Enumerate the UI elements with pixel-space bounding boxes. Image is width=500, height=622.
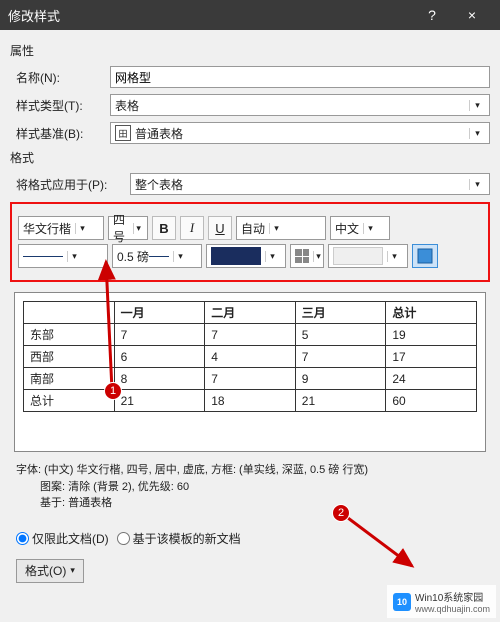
line-color-select[interactable]: ▾	[206, 244, 286, 268]
table-icon: 田	[115, 125, 131, 141]
line-style-icon	[23, 256, 63, 257]
line-weight-select[interactable]: 0.5 磅 ▾	[112, 244, 202, 268]
chevron-down-icon: ▾	[363, 223, 377, 234]
apply-to-select[interactable]: 整个表格 ▾	[130, 173, 490, 195]
fill-color-select[interactable]: ▾	[328, 244, 408, 268]
preview-table: 一月 二月 三月 总计 东部77519 西部64717 南部87924 总计21…	[23, 301, 477, 412]
table-row: 南部87924	[24, 368, 477, 390]
table-row: 总计21182160	[24, 390, 477, 412]
properties-section-label: 属性	[10, 42, 490, 59]
format-menu-button[interactable]: 格式(O) ▾	[16, 559, 84, 583]
apply-to-label: 将格式应用于(P):	[10, 176, 130, 193]
new-documents-radio-input[interactable]	[117, 532, 130, 545]
borders-select[interactable]: ▾	[290, 244, 324, 268]
chevron-down-icon: ▾	[387, 251, 401, 262]
line-style-select[interactable]: ▾	[18, 244, 108, 268]
desc-line: 基于: 普通表格	[16, 495, 484, 512]
chevron-down-icon: ▾	[133, 223, 143, 234]
shading-icon	[417, 248, 433, 264]
bold-button[interactable]: B	[152, 216, 176, 240]
table-header: 三月	[295, 302, 386, 324]
fill-color-swatch	[333, 247, 383, 265]
name-label: 名称(N):	[10, 69, 110, 86]
modify-style-dialog: 修改样式 ? × 属性 名称(N): 样式类型(T): 表格 ▾ 样式基准(B)…	[0, 0, 500, 622]
chevron-down-icon: ▾	[70, 565, 75, 576]
font-color-value: 自动	[241, 220, 265, 237]
border-row: ▾ 0.5 磅 ▾ ▾ ▾ ▾	[18, 244, 482, 268]
watermark-line2: www.qdhuajin.com	[415, 604, 490, 614]
chevron-down-icon: ▾	[173, 251, 187, 262]
name-input[interactable]	[110, 66, 490, 88]
format-menu-label: 格式(O)	[25, 562, 66, 579]
font-name-value: 华文行楷	[23, 220, 71, 237]
italic-button[interactable]: I	[180, 216, 204, 240]
style-description: 字体: (中文) 华文行楷, 四号, 居中, 虚底, 方框: (单实线, 深蓝,…	[16, 462, 484, 512]
style-base-value: 普通表格	[135, 125, 183, 142]
format-section-label: 格式	[10, 149, 490, 166]
font-size-select[interactable]: 四号▾	[108, 216, 148, 240]
style-type-select[interactable]: 表格 ▾	[110, 94, 490, 116]
formatting-toolbar-highlight: 华文行楷▾ 四号▾ B I U 自动 ▾ 中文▾ ▾	[10, 202, 490, 282]
chevron-down-icon: ▾	[75, 223, 89, 234]
chevron-down-icon: ▾	[313, 251, 323, 262]
style-base-select[interactable]: 田 普通表格 ▾	[110, 122, 490, 144]
help-button[interactable]: ?	[412, 7, 452, 23]
font-color-select[interactable]: 自动 ▾	[236, 216, 326, 240]
script-value: 中文	[335, 220, 359, 237]
chevron-down-icon: ▾	[269, 223, 283, 234]
chevron-down-icon: ▾	[67, 251, 81, 262]
table-row: 西部64717	[24, 346, 477, 368]
table-header	[24, 302, 115, 324]
annotation-badge-1: 1	[104, 382, 122, 400]
table-row: 东部77519	[24, 324, 477, 346]
font-row: 华文行楷 ▾ 四号▾ B I U 自动 ▾ 中文 ▾	[18, 216, 482, 240]
close-button[interactable]: ×	[452, 7, 492, 23]
line-weight-value: 0.5 磅	[117, 248, 149, 265]
desc-line: 图案: 清除 (背景 2), 优先级: 60	[16, 479, 484, 496]
font-name-select[interactable]: 华文行楷 ▾	[18, 216, 104, 240]
line-color-swatch	[211, 247, 261, 265]
style-type-value: 表格	[115, 97, 139, 114]
shading-button[interactable]	[412, 244, 438, 268]
this-document-radio-input[interactable]	[16, 532, 29, 545]
watermark: 10 Win10系统家园 www.qdhuajin.com	[387, 585, 496, 618]
table-header: 二月	[205, 302, 296, 324]
titlebar: 修改样式 ? ×	[0, 0, 500, 30]
annotation-badge-2: 2	[332, 504, 350, 522]
table-header: 总计	[386, 302, 477, 324]
font-size-value: 四号	[113, 211, 129, 245]
desc-line: 字体: (中文) 华文行楷, 四号, 居中, 虚底, 方框: (单实线, 深蓝,…	[16, 462, 484, 479]
this-document-radio[interactable]: 仅限此文档(D)	[16, 530, 109, 547]
style-base-label: 样式基准(B):	[10, 125, 110, 142]
apply-to-value: 整个表格	[135, 176, 183, 193]
borders-icon	[295, 249, 309, 263]
chevron-down-icon: ▾	[469, 100, 485, 111]
window-title: 修改样式	[8, 6, 412, 25]
watermark-line1: Win10系统家园	[415, 589, 490, 604]
dialog-body: 属性 名称(N): 样式类型(T): 表格 ▾ 样式基准(B): 田 普通表格 …	[0, 30, 500, 601]
preview-panel: 一月 二月 三月 总计 东部77519 西部64717 南部87924 总计21…	[14, 292, 486, 452]
scope-radios: 仅限此文档(D) 基于该模板的新文档	[16, 530, 484, 547]
chevron-down-icon: ▾	[469, 179, 485, 190]
watermark-logo: 10	[393, 593, 411, 611]
underline-button[interactable]: U	[208, 216, 232, 240]
chevron-down-icon: ▾	[469, 128, 485, 139]
new-documents-radio[interactable]: 基于该模板的新文档	[117, 530, 241, 547]
style-type-label: 样式类型(T):	[10, 97, 110, 114]
line-weight-icon	[149, 256, 169, 257]
chevron-down-icon: ▾	[265, 251, 279, 262]
table-header-row: 一月 二月 三月 总计	[24, 302, 477, 324]
table-header: 一月	[114, 302, 205, 324]
script-select[interactable]: 中文 ▾	[330, 216, 390, 240]
